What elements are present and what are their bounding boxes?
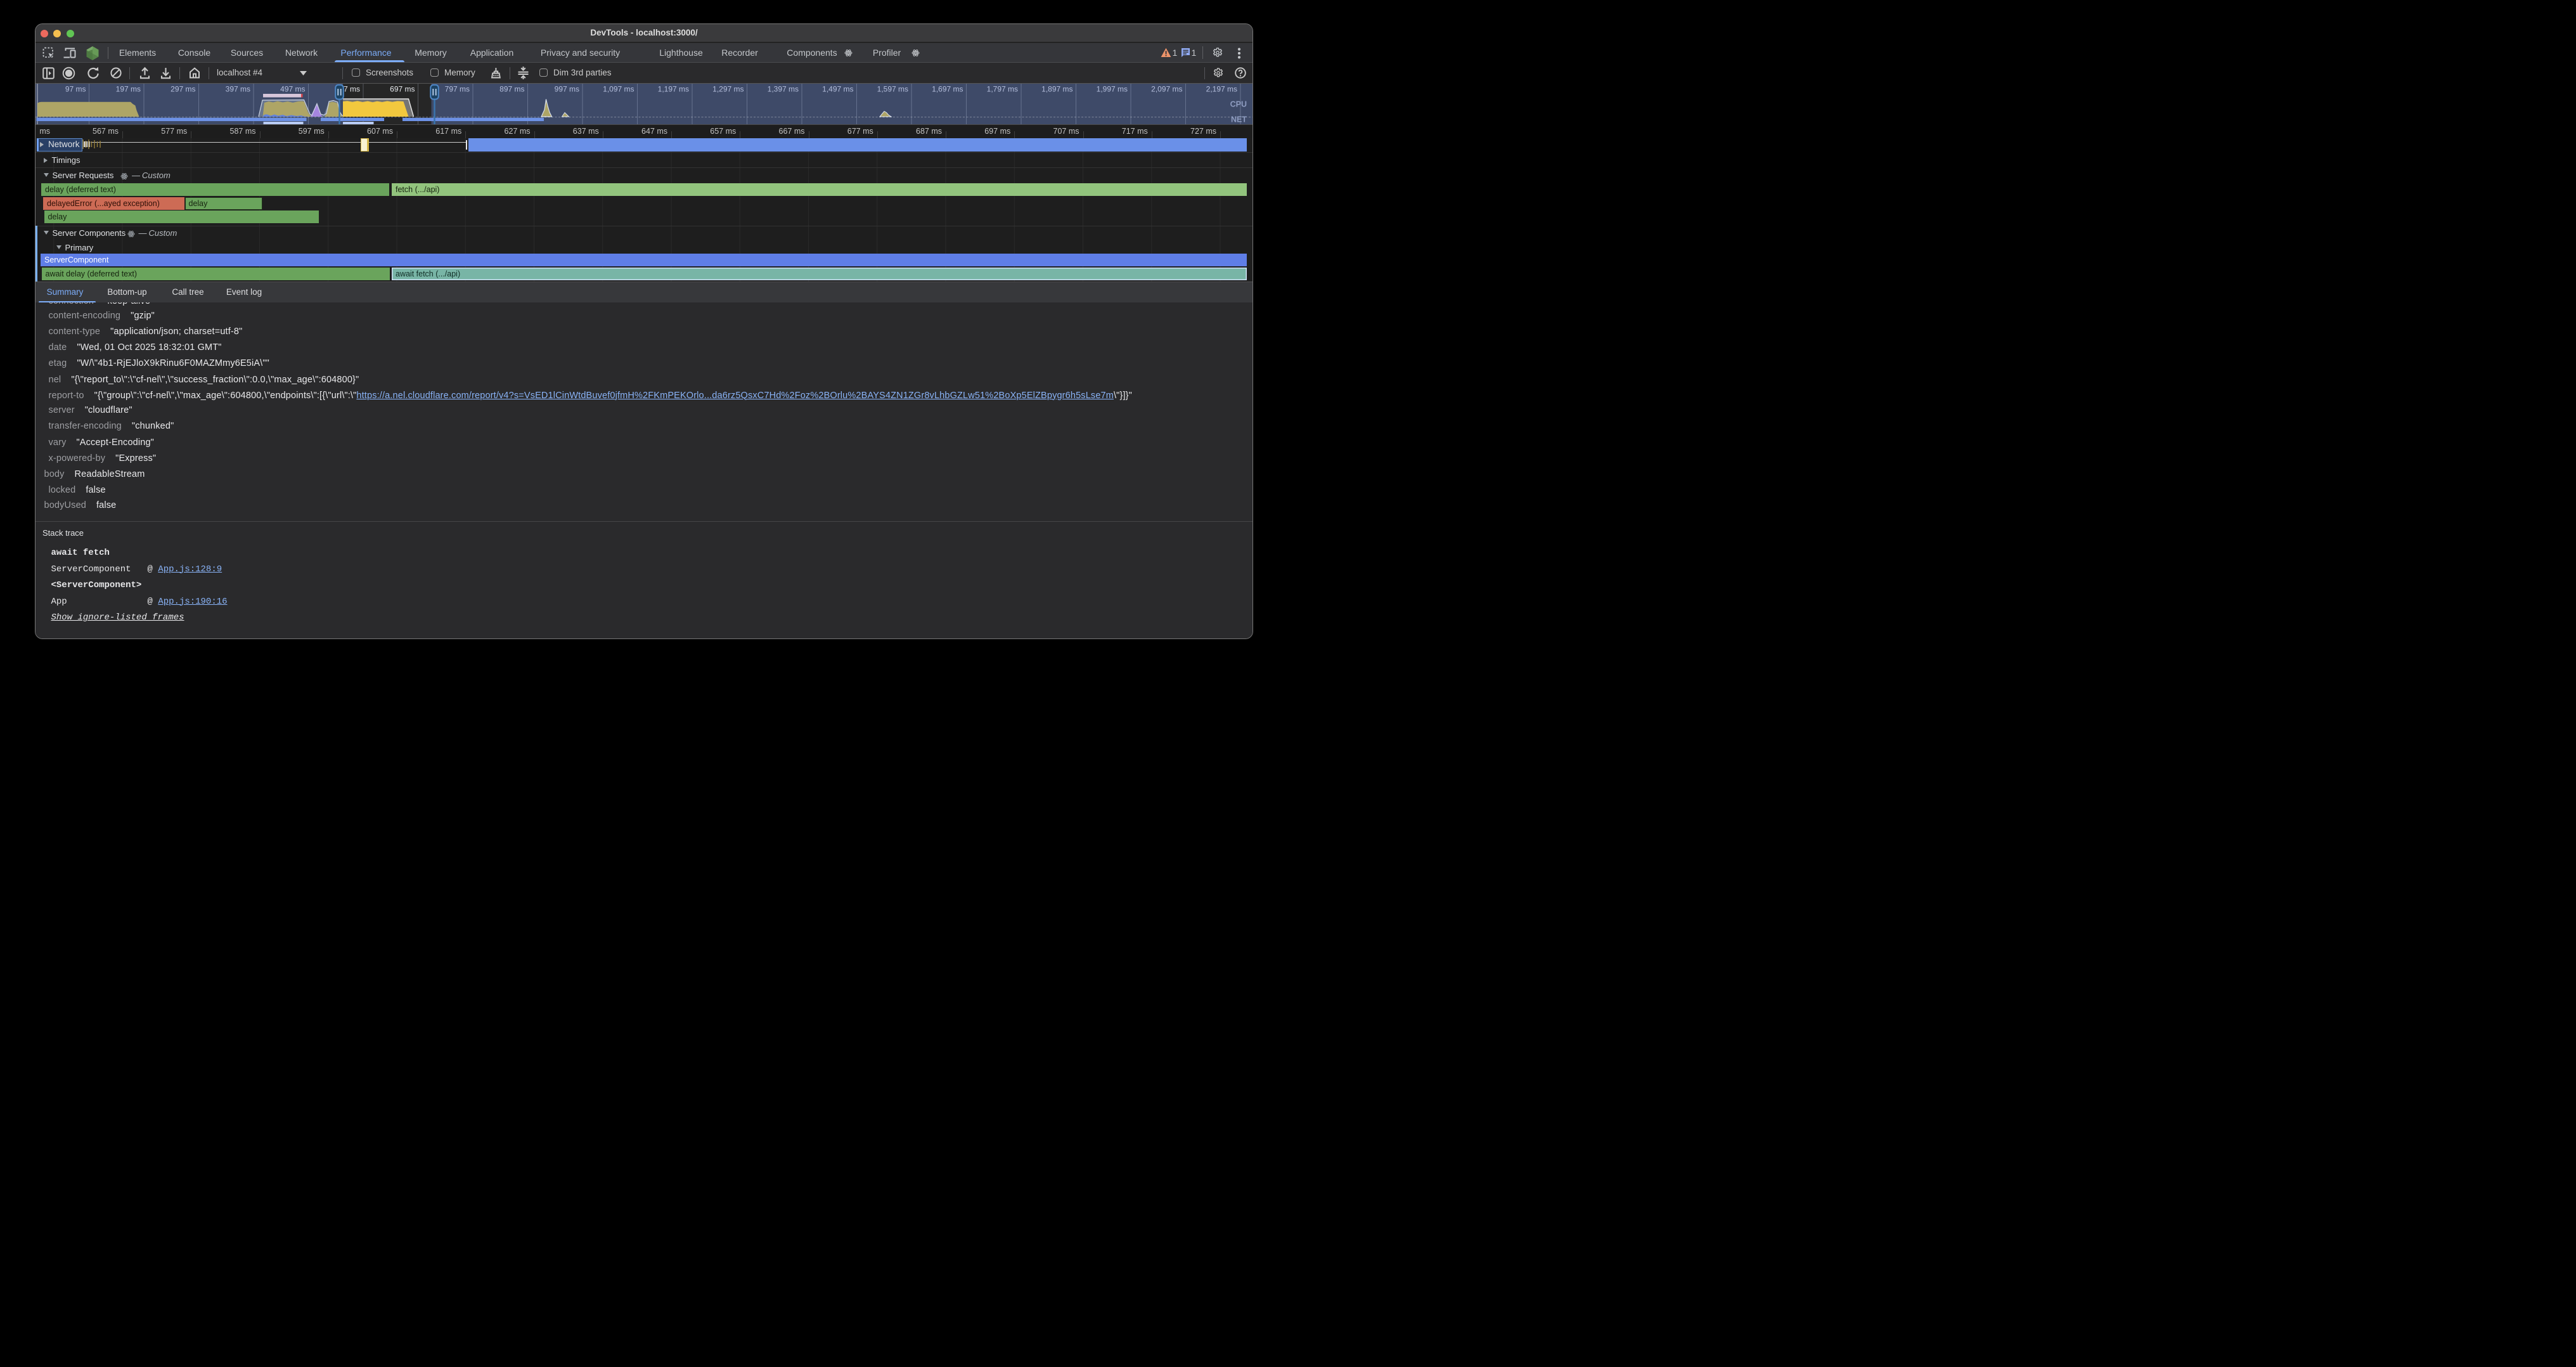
svg-text:1,497 ms: 1,497 ms	[822, 85, 853, 94]
svg-text:1,597 ms: 1,597 ms	[877, 85, 908, 94]
svg-text:1,897 ms: 1,897 ms	[1041, 85, 1072, 94]
svg-text:NET: NET	[1231, 115, 1247, 124]
svg-text:397 ms: 397 ms	[226, 85, 250, 94]
svg-text:1,097 ms: 1,097 ms	[603, 85, 634, 94]
svg-text:97 ms: 97 ms	[65, 85, 86, 94]
svg-text:2,097 ms: 2,097 ms	[1151, 85, 1182, 94]
svg-text:997 ms: 997 ms	[555, 85, 579, 94]
svg-text:897 ms: 897 ms	[499, 85, 524, 94]
svg-text:297 ms: 297 ms	[171, 85, 195, 94]
svg-text:1,997 ms: 1,997 ms	[1097, 85, 1128, 94]
svg-text:CPU: CPU	[1230, 100, 1247, 109]
svg-text:197 ms: 197 ms	[116, 85, 141, 94]
svg-text:697 ms: 697 ms	[390, 85, 415, 94]
svg-text:1,197 ms: 1,197 ms	[658, 85, 689, 94]
svg-text:1,397 ms: 1,397 ms	[768, 85, 799, 94]
svg-text:1,697 ms: 1,697 ms	[932, 85, 963, 94]
svg-text:797 ms: 797 ms	[445, 85, 470, 94]
svg-text:497 ms: 497 ms	[280, 85, 305, 94]
svg-text:1,797 ms: 1,797 ms	[987, 85, 1018, 94]
svg-text:2,197 ms: 2,197 ms	[1206, 85, 1237, 94]
svg-text:1,297 ms: 1,297 ms	[712, 85, 744, 94]
